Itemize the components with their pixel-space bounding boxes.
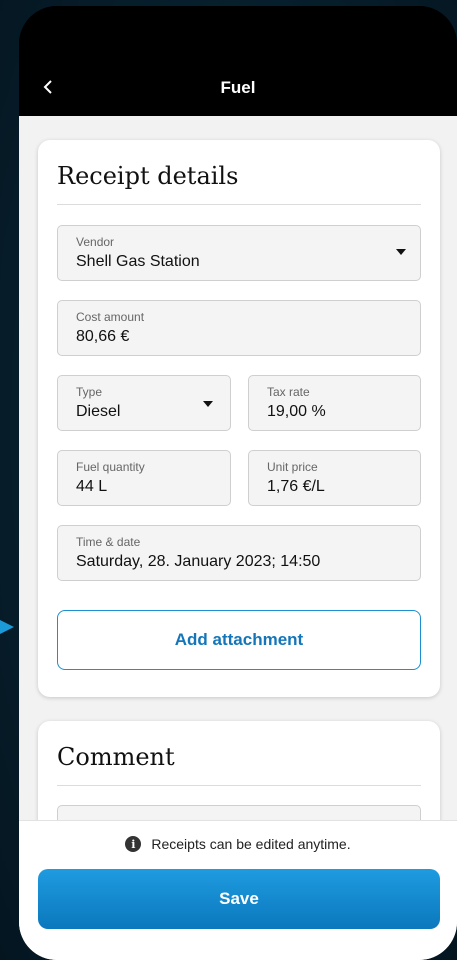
- fuel-quantity-value: 44 L: [76, 478, 108, 495]
- info-icon: i: [125, 836, 142, 852]
- divider: [57, 785, 421, 786]
- type-value: Diesel: [76, 403, 121, 420]
- type-label: Type: [76, 385, 103, 399]
- edit-hint: i Receipts can be edited anytime.: [19, 836, 457, 852]
- pointer-arrow-icon: [0, 620, 14, 634]
- phone-screen: Fuel Receipt details Vendor Shell Gas St…: [19, 6, 457, 960]
- cost-amount-label: Cost amount: [76, 310, 145, 324]
- divider: [57, 204, 421, 205]
- tax-rate-label: Tax rate: [267, 385, 310, 399]
- unit-price-label: Unit price: [267, 460, 318, 474]
- receipt-details-title: Receipt details: [57, 162, 239, 190]
- fuel-quantity-label: Fuel quantity: [76, 460, 145, 474]
- time-date-field[interactable]: Time & date Saturday, 28. January 2023; …: [57, 525, 421, 581]
- footer-bar: i Receipts can be edited anytime. Save: [19, 820, 457, 960]
- time-date-value: Saturday, 28. January 2023; 14:50: [76, 553, 321, 570]
- cost-amount-value: 80,66 €: [76, 328, 130, 345]
- edit-hint-text: Receipts can be edited anytime.: [151, 836, 351, 852]
- vendor-value: Shell Gas Station: [76, 253, 200, 270]
- vendor-select[interactable]: Vendor Shell Gas Station: [57, 225, 421, 281]
- cost-amount-field[interactable]: Cost amount 80,66 €: [57, 300, 421, 356]
- vendor-label: Vendor: [76, 235, 115, 249]
- save-button[interactable]: Save: [38, 869, 440, 929]
- tax-rate-field[interactable]: Tax rate 19,00 %: [248, 375, 421, 431]
- page-title: Fuel: [220, 78, 256, 97]
- receipt-details-card: Receipt details Vendor Shell Gas Station…: [38, 140, 440, 697]
- app-header: Fuel: [19, 6, 457, 116]
- time-date-label: Time & date: [76, 535, 141, 549]
- add-attachment-button[interactable]: Add attachment: [57, 610, 421, 670]
- unit-price-value: 1,76 €/L: [267, 478, 325, 495]
- main-content: Receipt details Vendor Shell Gas Station…: [19, 116, 457, 960]
- fuel-quantity-field[interactable]: Fuel quantity 44 L: [57, 450, 231, 506]
- type-select[interactable]: Type Diesel: [57, 375, 231, 431]
- tax-rate-value: 19,00 %: [267, 403, 326, 420]
- caret-down-icon: [396, 249, 406, 255]
- caret-down-icon: [203, 401, 213, 407]
- comment-title: Comment: [57, 743, 175, 771]
- unit-price-field[interactable]: Unit price 1,76 €/L: [248, 450, 421, 506]
